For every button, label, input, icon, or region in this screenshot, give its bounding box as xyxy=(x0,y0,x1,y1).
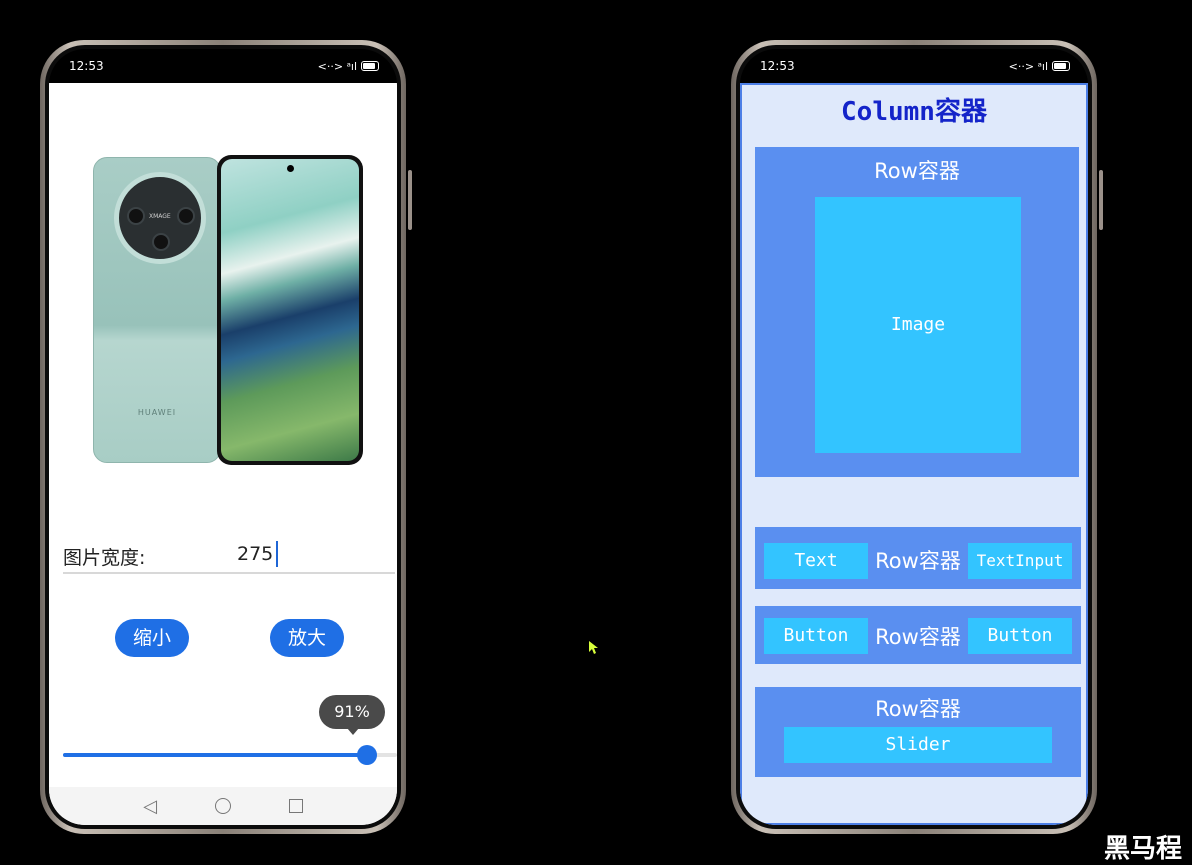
side-button xyxy=(1099,170,1103,230)
column-title: Column容器 xyxy=(841,97,987,127)
image-zoom-app: XMAGE HUAWEI 图片宽度: 275 缩小 放大 91% ◁ xyxy=(49,83,397,825)
text-cell: Text xyxy=(764,543,868,579)
status-time: 12:53 xyxy=(760,59,795,73)
slider-thumb[interactable] xyxy=(356,745,377,765)
layout-diagram: Column容器 Row容器 Image Text Row容器 TextInpu… xyxy=(740,83,1088,825)
enlarge-button[interactable]: 放大 xyxy=(270,619,344,657)
status-bar: 12:53 <··> ᵃıl xyxy=(49,49,397,83)
width-label: 图片宽度: xyxy=(63,547,146,569)
lens-icon xyxy=(177,207,195,225)
signal-icon: <··> ᵃıl xyxy=(1008,59,1048,73)
shrink-button[interactable]: 缩小 xyxy=(115,619,189,657)
signal-icon: <··> ᵃıl xyxy=(317,59,357,73)
width-input[interactable]: 275 xyxy=(237,543,273,565)
row-text-container: Text Row容器 TextInput xyxy=(755,527,1081,589)
right-screen: 12:53 <··> ᵃıl Column容器 Row容器 Image Text… xyxy=(740,49,1088,825)
slider-tooltip: 91% xyxy=(319,695,385,735)
left-phone: 12:53 <··> ᵃıl XMAGE HUAWEI 图片宽度: 275 缩小… xyxy=(40,40,412,834)
back-icon[interactable]: ◁ xyxy=(143,796,157,817)
product-image: XMAGE HUAWEI xyxy=(93,155,365,467)
navigation-bar: ◁ xyxy=(49,787,397,825)
status-bar: 12:53 <··> ᵃıl xyxy=(740,49,1088,83)
watermark-text: 黑马程 xyxy=(1104,834,1183,864)
right-phone: 12:53 <··> ᵃıl Column容器 Row容器 Image Text… xyxy=(731,40,1103,834)
input-underline xyxy=(63,572,395,574)
left-screen: 12:53 <··> ᵃıl XMAGE HUAWEI 图片宽度: 275 缩小… xyxy=(49,49,397,825)
side-button xyxy=(408,170,412,230)
button-cell: Button xyxy=(968,618,1072,654)
image-cell: Image xyxy=(815,197,1021,453)
row-label: Row容器 xyxy=(875,625,961,649)
row-label: Row容器 xyxy=(875,697,961,721)
slider-cell: Slider xyxy=(784,727,1052,763)
slider-fill xyxy=(63,753,367,757)
front-camera-icon xyxy=(287,165,294,172)
left-phone-body: 12:53 <··> ᵃıl XMAGE HUAWEI 图片宽度: 275 缩小… xyxy=(45,45,401,829)
status-time: 12:53 xyxy=(69,59,104,73)
brand-text: HUAWEI xyxy=(137,408,177,417)
row-label: Row容器 xyxy=(874,159,960,183)
lens-icon xyxy=(127,207,145,225)
status-icons: <··> ᵃıl xyxy=(318,60,379,73)
zoom-slider[interactable] xyxy=(63,745,397,765)
text-caret xyxy=(276,541,278,567)
camera-module-icon: XMAGE xyxy=(114,172,206,264)
wallpaper xyxy=(221,159,359,461)
button-cell: Button xyxy=(764,618,868,654)
battery-icon xyxy=(1052,61,1070,71)
row-label: Row容器 xyxy=(875,549,961,573)
phone-back-illustration: XMAGE HUAWEI xyxy=(93,157,221,463)
recent-apps-icon[interactable] xyxy=(288,799,303,813)
right-phone-body: 12:53 <··> ᵃıl Column容器 Row容器 Image Text… xyxy=(736,45,1092,829)
mouse-cursor-icon xyxy=(589,641,598,654)
row-button-container: Button Row容器 Button xyxy=(755,606,1081,664)
lens-icon xyxy=(152,233,170,251)
home-icon[interactable] xyxy=(214,798,231,814)
row-image-container: Row容器 Image xyxy=(755,147,1079,477)
row-slider-container: Row容器 Slider xyxy=(755,687,1081,777)
camera-brand-text: XMAGE xyxy=(149,213,171,220)
textinput-cell: TextInput xyxy=(968,543,1072,579)
status-icons: <··> ᵃıl xyxy=(1009,60,1070,73)
phone-front-illustration xyxy=(217,155,363,465)
battery-icon xyxy=(361,61,379,71)
